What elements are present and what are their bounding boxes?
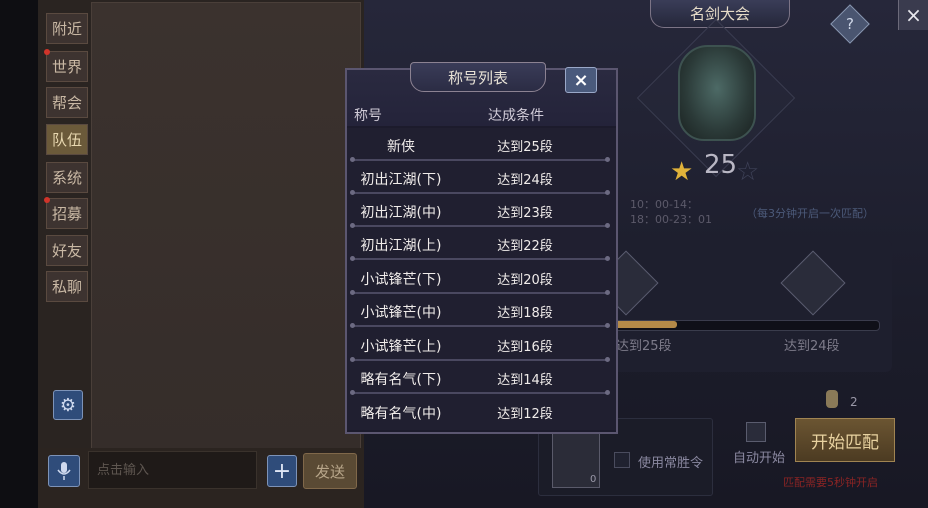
rank-progress-fill (611, 321, 677, 328)
rank-value: 25 (704, 150, 738, 180)
channel-tab-recruit[interactable]: 招募 (46, 198, 88, 229)
token-icon (826, 390, 838, 408)
column-header-condition: 达成条件 (488, 108, 544, 124)
title-name: 初出江湖(中) (360, 205, 442, 221)
title-condition: 达到12段 (497, 407, 553, 422)
rank-star-icon: ★ (670, 157, 694, 187)
schedule-line: 18：00-23：01 (630, 213, 712, 226)
microphone-icon (57, 462, 71, 480)
table-row[interactable]: 略有名气(下) 达到14段 (350, 361, 610, 395)
channel-tab-private[interactable]: 私聊 (46, 271, 88, 302)
dialog-title: 称号列表 (410, 62, 546, 92)
title-condition: 达到20段 (497, 273, 553, 288)
table-row[interactable]: 新侠 达到25段 (350, 128, 610, 162)
schedule-times: 10：00-14： 18：00-23：01 (630, 197, 712, 227)
left-edge (0, 0, 38, 508)
chat-message-area[interactable] (91, 2, 361, 450)
table-row[interactable]: 小试锋芒(下) 达到20段 (350, 261, 610, 295)
close-icon: × (573, 69, 589, 91)
table-row[interactable]: 小试锋芒(中) 达到18段 (350, 294, 610, 328)
reward-label: 达到25段 (616, 339, 672, 354)
title-name: 小试锋芒(中) (360, 305, 442, 321)
table-row[interactable]: 初出江湖(上) 达到22段 (350, 227, 610, 261)
auto-start-label: 自动开始 (733, 451, 786, 466)
channel-tab-label: 好友 (51, 242, 82, 260)
table-row[interactable]: 初出江湖(下) 达到24段 (350, 161, 610, 195)
table-row[interactable]: 初出江湖(中) 达到23段 (350, 194, 610, 228)
channel-tab-team[interactable]: 队伍 (46, 124, 88, 155)
channel-tab-guild[interactable]: 帮会 (46, 87, 88, 118)
row-divider (350, 256, 610, 261)
table-row[interactable]: 小试锋芒(上) 达到16段 (350, 328, 610, 362)
use-item-label: 使用常胜令 (638, 456, 704, 471)
table-row[interactable]: 略有名气(中) 达到12段 (352, 395, 608, 428)
channel-tab-system[interactable]: 系统 (46, 162, 88, 193)
title-name: 新侠 (387, 139, 415, 155)
title-condition: 达到25段 (497, 140, 553, 155)
empty-star-icon: ☆ (736, 157, 760, 187)
match-note: （每3分钟开启一次匹配） (746, 207, 874, 220)
channel-tab-label: 系统 (51, 169, 82, 187)
add-button[interactable]: + (267, 455, 297, 487)
auto-start-checkbox[interactable] (746, 422, 766, 442)
title-condition: 达到18段 (497, 306, 553, 321)
notification-dot (44, 49, 50, 55)
column-header-title: 称号 (354, 108, 382, 124)
title-condition: 达到16段 (497, 340, 553, 355)
title-name: 小试锋芒(下) (360, 272, 442, 288)
title-name: 初出江湖(下) (360, 172, 442, 188)
token-count: 2 (850, 395, 858, 409)
notification-dot (44, 197, 50, 203)
start-match-button[interactable]: 开始匹配 (795, 418, 895, 462)
voice-button[interactable] (48, 455, 80, 487)
warning-text: 匹配需要5秒钟开启 (783, 476, 878, 489)
rank-emblem-icon (678, 45, 756, 141)
dialog-close-button[interactable]: × (565, 67, 597, 93)
title-name: 小试锋芒(上) (360, 339, 442, 355)
title-condition: 达到22段 (497, 239, 553, 254)
title-name: 略有名气(中) (360, 406, 442, 422)
channel-tab-label: 世界 (51, 58, 82, 76)
chat-input[interactable]: 点击输入 (88, 451, 257, 489)
send-button[interactable]: 发送 (303, 453, 357, 489)
gear-icon: ⚙ (59, 394, 77, 416)
title-condition: 达到23段 (497, 206, 553, 221)
title-condition: 达到14段 (497, 373, 553, 388)
question-icon: ? (846, 15, 854, 33)
row-divider (350, 323, 610, 328)
reward-label: 达到24段 (784, 339, 840, 354)
channel-tab-label: 私聊 (51, 278, 82, 296)
title-name: 略有名气(下) (360, 372, 442, 388)
title-name: 初出江湖(上) (360, 238, 442, 254)
channel-tab-label: 队伍 (51, 131, 82, 149)
channel-tab-nearby[interactable]: 附近 (46, 13, 88, 44)
schedule-line: 10：00-14： (630, 198, 698, 211)
use-item-checkbox[interactable] (614, 452, 630, 468)
item-quantity: 0 (590, 474, 597, 485)
close-event-button[interactable]: × (898, 0, 928, 30)
close-icon: × (905, 3, 922, 27)
channel-tab-label: 附近 (51, 20, 82, 38)
channel-tab-friends[interactable]: 好友 (46, 235, 88, 266)
chat-settings-button[interactable]: ⚙ (53, 390, 83, 420)
plus-icon: + (272, 458, 292, 484)
channel-tab-world[interactable]: 世界 (46, 51, 88, 82)
title-condition: 达到24段 (497, 173, 553, 188)
channel-tab-label: 帮会 (51, 94, 82, 112)
row-divider (350, 390, 610, 395)
channel-tab-label: 招募 (51, 205, 82, 223)
